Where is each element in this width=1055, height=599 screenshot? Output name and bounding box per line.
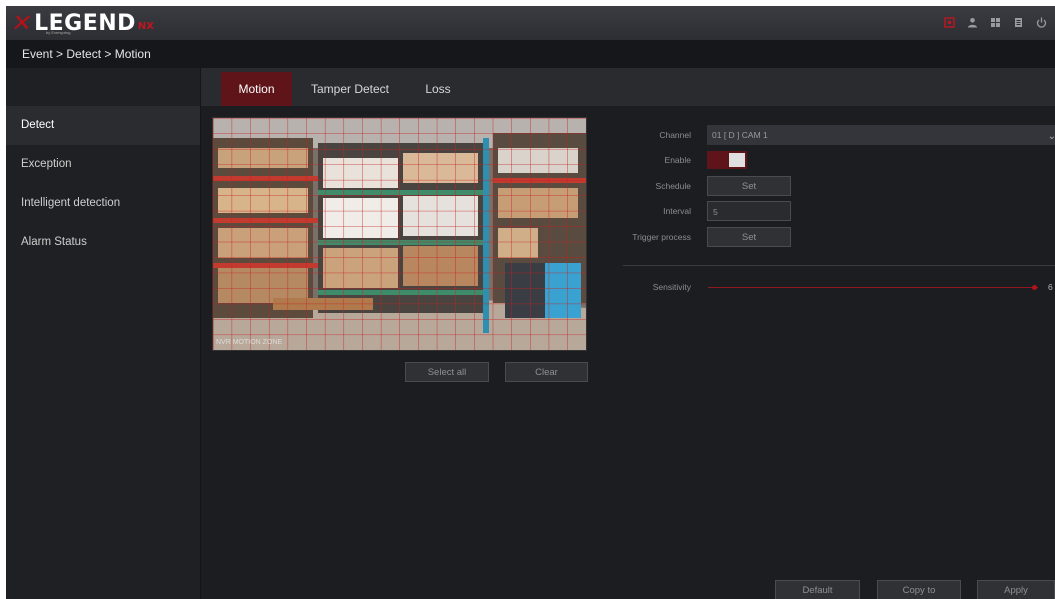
tab-loss[interactable]: Loss [411, 72, 465, 106]
chevron-down-icon: ⌄ [1047, 131, 1055, 142]
breadcrumb: Event > Detect > Motion [22, 47, 151, 61]
sensitivity-handle[interactable] [1032, 285, 1037, 290]
trigger-set-button[interactable]: Set [707, 227, 791, 247]
settings-divider [623, 265, 1055, 266]
warehouse-image: NVR MOTION ZONE [213, 118, 586, 350]
toggle-knob [729, 153, 745, 167]
sensitivity-value: 6 [1048, 282, 1053, 292]
copy-to-button[interactable]: Copy to [877, 580, 961, 599]
default-button[interactable]: Default [775, 580, 860, 599]
breadcrumb-bar: Event > Detect > Motion [6, 40, 1055, 68]
sidebar-item-exception[interactable]: Exception [6, 145, 200, 184]
interval-label: Interval [663, 206, 691, 216]
schedule-label: Schedule [655, 181, 691, 191]
tab-motion[interactable]: Motion [221, 72, 292, 106]
top-icon-group [943, 16, 1047, 28]
sensitivity-slider[interactable] [708, 287, 1038, 288]
sidebar-item-intelligent-detection[interactable]: Intelligent detection [6, 184, 200, 223]
sidebar-header [6, 68, 200, 106]
user-icon[interactable] [966, 16, 978, 28]
camera-overlay-text: NVR MOTION ZONE [216, 339, 282, 346]
sensitivity-label: Sensitivity [652, 282, 691, 292]
channel-value: 01 [ D ] CAM 1 [712, 130, 768, 140]
tab-bar: Motion Tamper Detect Loss [201, 68, 1055, 106]
tab-tamper-detect[interactable]: Tamper Detect [302, 72, 398, 106]
brand-suffix: NX [137, 20, 155, 32]
grid-icon[interactable] [989, 16, 1001, 28]
camera-preview[interactable]: NVR MOTION ZONE [212, 117, 587, 351]
main-content: NVR MOTION ZONE Select all Clear Channel… [201, 106, 1055, 599]
trigger-process-label: Trigger process [632, 232, 691, 242]
logo-x-mark: ✕ [9, 9, 35, 37]
record-icon[interactable] [943, 16, 955, 28]
power-icon[interactable] [1035, 16, 1047, 28]
schedule-set-button[interactable]: Set [707, 176, 791, 196]
select-all-button[interactable]: Select all [405, 362, 489, 382]
clear-button[interactable]: Clear [505, 362, 588, 382]
sidebar: Detect Exception Intelligent detection A… [6, 68, 201, 599]
brand-logo: ✕ LEGEND NX by Everspring [9, 8, 155, 38]
apply-button[interactable]: Apply [977, 580, 1055, 599]
top-bar: ✕ LEGEND NX by Everspring [6, 6, 1055, 40]
brand-tagline: by Everspring [46, 30, 71, 35]
sidebar-item-alarm-status[interactable]: Alarm Status [6, 223, 200, 262]
enable-toggle[interactable] [707, 151, 747, 169]
channel-label: Channel [659, 130, 691, 140]
sidebar-item-detect[interactable]: Detect [6, 106, 200, 145]
channel-select[interactable]: 01 [ D ] CAM 1 ⌄ [707, 125, 1055, 145]
interval-input[interactable]: 5 [707, 201, 791, 221]
app-window: ✕ LEGEND NX by Everspring Event > Detect [6, 6, 1055, 599]
settings-icon[interactable] [1012, 16, 1024, 28]
enable-label: Enable [664, 155, 691, 165]
